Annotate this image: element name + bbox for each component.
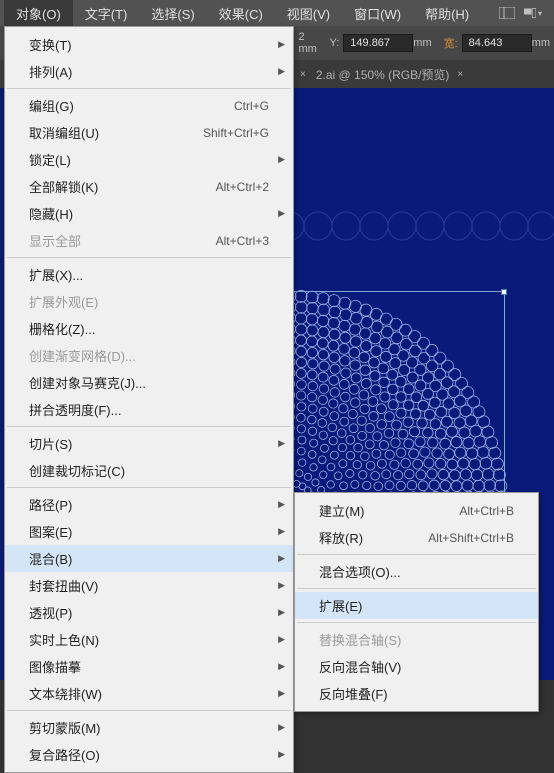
menu-item-label: 替换混合轴(S) [319,630,401,649]
menu-item[interactable]: 变换(T) [5,31,293,58]
menu-item[interactable]: 反向混合轴(V) [295,653,538,680]
menu-item-label: 释放(R) [319,528,363,547]
menu-item[interactable]: 文本绕排(W) [5,680,293,707]
menu-item-label: 反向混合轴(V) [319,657,401,676]
menu-item-label: 混合(B) [29,549,72,568]
menu-text[interactable]: 文字(T) [73,0,140,27]
menu-item[interactable]: 扩展(X)... [5,261,293,288]
menu-item-label: 路径(P) [29,495,72,514]
menu-item-label: 编组(G) [29,96,74,115]
menu-item[interactable]: 路径(P) [5,491,293,518]
menu-item[interactable]: 扩展(E) [295,592,538,619]
menu-item-label: 混合选项(O)... [319,562,401,581]
menu-item[interactable]: 图像描摹 [5,653,293,680]
menu-item-label: 切片(S) [29,434,72,453]
menu-item-label: 扩展(E) [319,596,362,615]
menu-item[interactable]: 封套扭曲(V) [5,572,293,599]
menu-window[interactable]: 窗口(W) [342,0,413,27]
menu-item[interactable]: 拼合透明度(F)... [5,396,293,423]
menu-item-label: 创建裁切标记(C) [29,461,125,480]
menu-item[interactable]: 混合(B) [5,545,293,572]
menu-item-label: 锁定(L) [29,150,71,169]
menu-item-label: 文本绕排(W) [29,684,102,703]
menu-item-label: 创建对象马赛克(J)... [29,373,146,392]
menu-item[interactable]: 实时上色(N) [5,626,293,653]
handle-tr[interactable] [501,289,507,295]
menu-item-label: 隐藏(H) [29,204,73,223]
w-input[interactable] [462,34,532,52]
menu-item[interactable]: 编组(G) Ctrl+G [5,92,293,119]
arrange-icon[interactable]: ▾ [524,4,542,22]
menu-item-label: 取消编组(U) [29,123,99,142]
menu-item-label: 封套扭曲(V) [29,576,98,595]
menu-item[interactable]: 反向堆叠(F) [295,680,538,707]
w-label: 宽: [444,35,458,51]
menu-effect[interactable]: 效果(C) [207,0,275,27]
menu-item-label: 变换(T) [29,35,72,54]
menu-item-label: 透视(P) [29,603,72,622]
menu-item: 创建渐变网格(D)... [5,342,293,369]
menu-item-label: 实时上色(N) [29,630,99,649]
menu-shortcut: Alt+Ctrl+3 [216,234,269,248]
x-unit: 2 mm [298,31,325,55]
menu-item-label: 栅格化(Z)... [29,319,95,338]
menu-help[interactable]: 帮助(H) [413,0,481,27]
layout-icon[interactable] [498,4,516,22]
menu-item-label: 复合路径(O) [29,745,100,764]
menu-item-label: 反向堆叠(F) [319,684,388,703]
menu-item[interactable]: 锁定(L) [5,146,293,173]
menu-object[interactable]: 对象(O) [4,0,73,27]
y-input[interactable] [343,34,413,52]
menu-item[interactable]: 透视(P) [5,599,293,626]
menu-item[interactable]: 剪切蒙版(M) [5,714,293,741]
menu-item[interactable]: 复合路径(O) [5,741,293,768]
menu-select[interactable]: 选择(S) [139,0,206,27]
menu-item[interactable]: 混合选项(O)... [295,558,538,585]
selection-bounds [280,291,505,511]
menu-shortcut: Ctrl+G [234,99,269,113]
menu-view[interactable]: 视图(V) [275,0,342,27]
w-unit: mm [532,37,550,49]
menu-item: 显示全部 Alt+Ctrl+3 [5,227,293,254]
menu-item[interactable]: 切片(S) [5,430,293,457]
y-unit: mm [413,37,431,49]
menu-item[interactable]: 排列(A) [5,58,293,85]
menu-shortcut: Shift+Ctrl+G [203,126,269,140]
menu-item[interactable]: 栅格化(Z)... [5,315,293,342]
menu-item: 扩展外观(E) [5,288,293,315]
menu-shortcut: Alt+Ctrl+2 [216,180,269,194]
object-menu-dropdown: 变换(T) 排列(A) 编组(G) Ctrl+G 取消编组(U) Shift+Ctrl+G… [4,26,294,773]
menu-item-label: 剪切蒙版(M) [29,718,101,737]
y-label: Y: [329,37,339,49]
menu-item-label: 扩展外观(E) [29,292,98,311]
menu-item-label: 图案(E) [29,522,72,541]
menu-item-label: 图像描摹 [29,657,81,676]
menu-item-label: 全部解锁(K) [29,177,98,196]
menu-item-label: 排列(A) [29,62,72,81]
menu-item-label: 显示全部 [29,231,81,250]
menu-item-label: 拼合透明度(F)... [29,400,121,419]
document-tab-label: 2.ai @ 150% (RGB/预览) [316,66,450,83]
menu-item-label: 建立(M) [319,501,365,520]
menu-item[interactable]: 取消编组(U) Shift+Ctrl+G [5,119,293,146]
menu-item[interactable]: 建立(M) Alt+Ctrl+B [295,497,538,524]
menu-item[interactable]: 全部解锁(K) Alt+Ctrl+2 [5,173,293,200]
close-icon[interactable]: × [457,69,463,80]
menu-item[interactable]: 图案(E) [5,518,293,545]
menu-item: 替换混合轴(S) [295,626,538,653]
menu-item-label: 扩展(X)... [29,265,83,284]
menubar: 对象(O) 文字(T) 选择(S) 效果(C) 视图(V) 窗口(W) 帮助(H… [0,0,554,26]
menu-item-label: 创建渐变网格(D)... [29,346,136,365]
menu-item[interactable]: 创建裁切标记(C) [5,457,293,484]
menu-item[interactable]: 释放(R) Alt+Shift+Ctrl+B [295,524,538,551]
document-tab[interactable]: 2.ai @ 150% (RGB/预览) × [306,62,473,87]
menu-shortcut: Alt+Ctrl+B [459,504,514,518]
menu-shortcut: Alt+Shift+Ctrl+B [428,531,514,545]
menu-item[interactable]: 创建对象马赛克(J)... [5,369,293,396]
menu-item[interactable]: 隐藏(H) [5,200,293,227]
blend-submenu: 建立(M) Alt+Ctrl+B 释放(R) Alt+Shift+Ctrl+B 混合选项… [294,492,539,712]
